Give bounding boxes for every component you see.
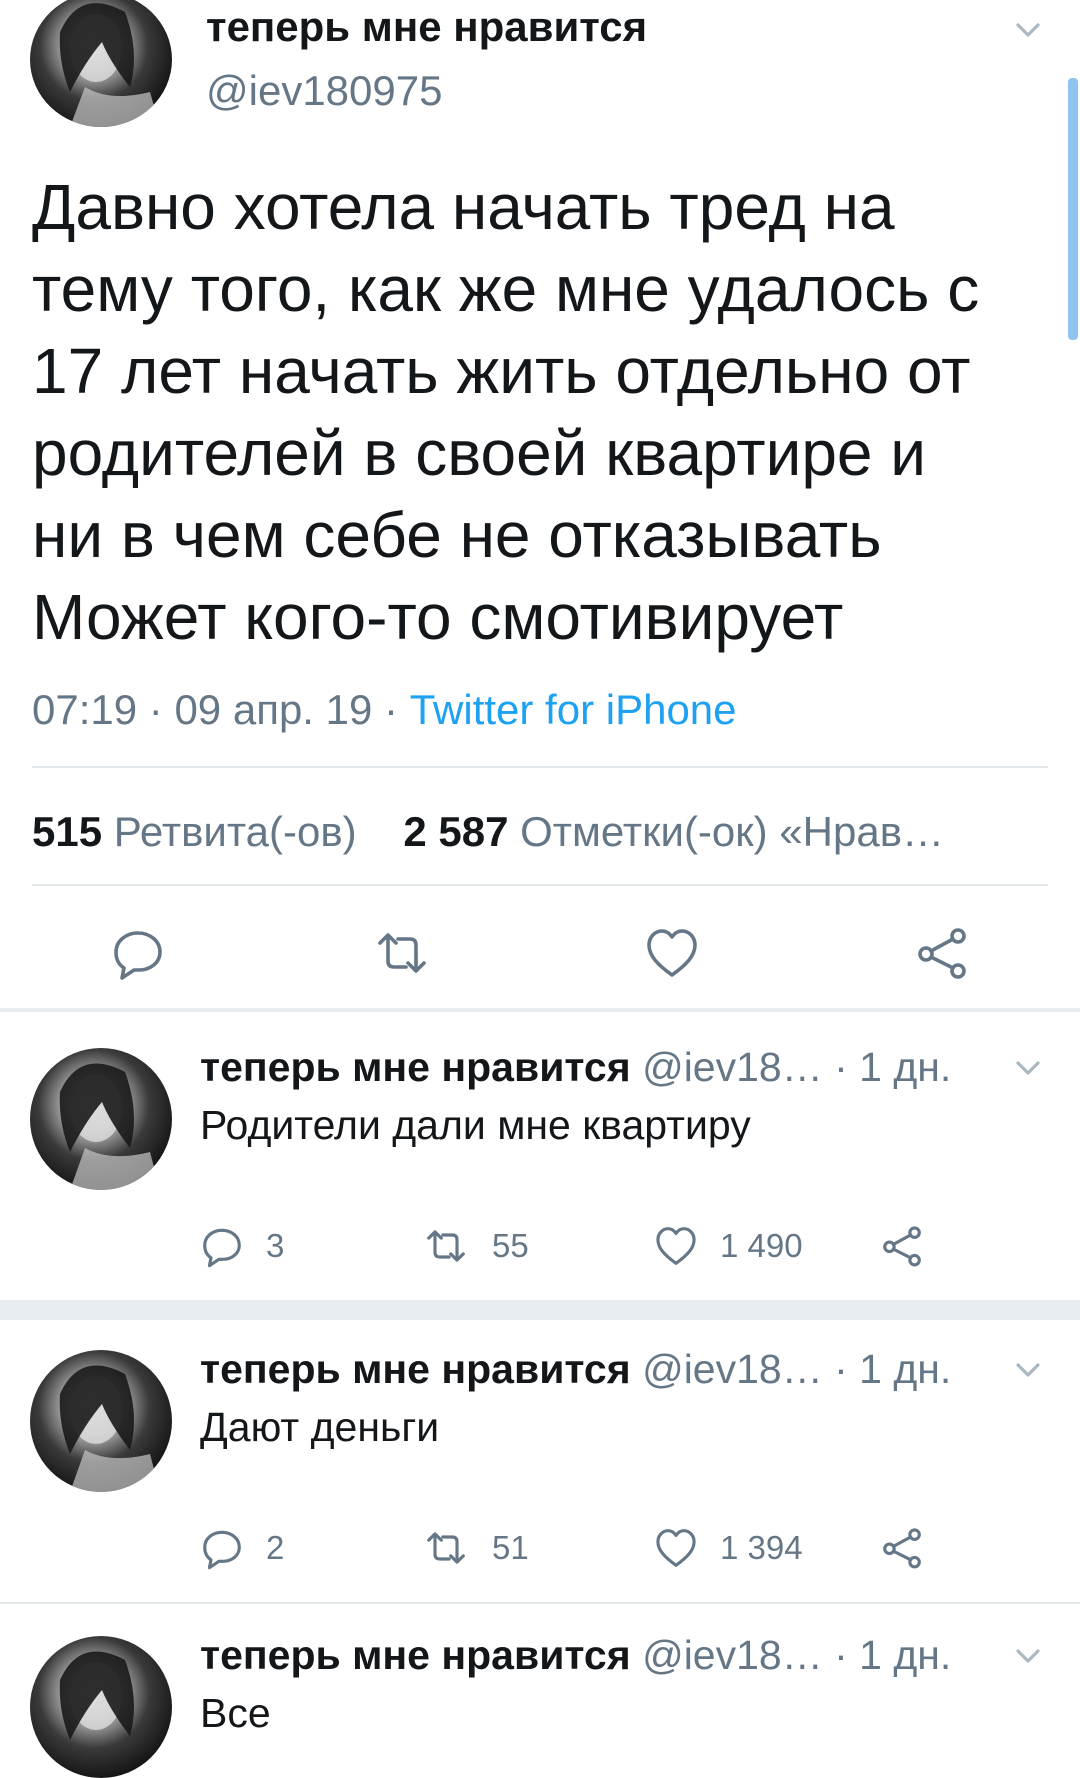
retweet-icon — [427, 1230, 465, 1262]
retweets-count[interactable]: 515 — [32, 808, 102, 855]
like-count: 1 394 — [720, 1529, 803, 1566]
reply-icon — [203, 1530, 241, 1570]
reply-text: Родители дали мне квартиру — [200, 1102, 751, 1148]
avatar[interactable] — [30, 1048, 172, 1190]
tweet-actions — [0, 925, 1080, 981]
author-handle[interactable]: @iev18… — [642, 1044, 823, 1090]
retweet-icon — [427, 1532, 465, 1564]
tweet-date: 09 апр. 19 — [174, 686, 373, 733]
meta-separator: · — [384, 686, 399, 733]
reply-time: · 1 дн. — [834, 1632, 952, 1678]
reply-header: теперь мне нравится @iev18… · 1 дн. — [200, 1344, 951, 1394]
tweet-text-line: родителей в своей квартире и — [32, 417, 927, 489]
retweet-button[interactable]: 51 — [422, 1524, 529, 1572]
author-handle[interactable]: @iev18… — [642, 1632, 823, 1678]
retweets-label[interactable]: Ретвита(-ов) — [114, 808, 357, 855]
reply-button[interactable]: 3 — [200, 1222, 284, 1270]
reply-header: теперь мне нравится @iev18… · 1 дн. — [200, 1630, 951, 1680]
reply-text: Дают деньги — [200, 1404, 440, 1450]
chevron-down-icon[interactable] — [1010, 1050, 1046, 1086]
reply-icon — [203, 1228, 241, 1268]
author-name[interactable]: теперь мне нравится — [206, 2, 647, 52]
profile-photo — [59, 1651, 134, 1740]
tweet-meta: 07:19 · 09 апр. 19 · Twitter for iPhone — [32, 684, 737, 736]
author-handle[interactable]: @iev18… — [642, 1346, 823, 1392]
avatar[interactable] — [30, 1350, 172, 1492]
heart-icon[interactable] — [644, 925, 700, 981]
reply-button[interactable]: 2 — [200, 1524, 284, 1572]
like-count: 1 490 — [720, 1227, 803, 1264]
tweet-text-line: Может кого-то смотивирует — [32, 581, 844, 653]
retweet-count: 55 — [492, 1227, 529, 1264]
tweet-text-line: 17 лет начать жить отдельно от — [32, 335, 971, 407]
reply-icon[interactable] — [110, 925, 166, 981]
chevron-down-icon[interactable] — [1010, 1638, 1046, 1674]
reply-actions: 2 51 1 394 — [200, 1524, 960, 1572]
share-icon[interactable] — [914, 925, 970, 981]
avatar[interactable] — [30, 0, 172, 127]
tweet-source-link[interactable]: Twitter for iPhone — [410, 686, 737, 733]
tweet-text-line: тему того, как же мне удалось с — [32, 253, 980, 325]
author-handle[interactable]: @iev180975 — [206, 66, 442, 116]
share-icon — [883, 1528, 921, 1569]
heart-icon — [656, 1529, 696, 1567]
section-separator — [0, 1300, 1080, 1320]
profile-photo — [59, 1063, 160, 1190]
like-button[interactable]: 1 490 — [654, 1222, 803, 1270]
profile-photo — [59, 1365, 160, 1492]
tweet-text-line: Давно хотела начать тред на — [32, 171, 895, 243]
reply-actions: 3 55 1 490 — [200, 1222, 960, 1270]
tweet-text-line: ни в чем себе не отказывать — [32, 499, 882, 571]
likes-label[interactable]: Отметки(-ок) «Нрав… — [520, 808, 944, 855]
reply-count: 2 — [266, 1529, 285, 1566]
chevron-down-icon[interactable] — [1010, 1352, 1046, 1388]
reply-count: 3 — [266, 1227, 285, 1264]
reply-time: · 1 дн. — [834, 1044, 952, 1090]
tweet-text: Давно хотела начать тред на тему того, к… — [32, 166, 1032, 658]
retweet-count: 51 — [492, 1529, 529, 1566]
tweet-time: 07:19 — [32, 686, 138, 733]
avatar[interactable] — [30, 1636, 172, 1778]
author-name[interactable]: теперь мне нравится — [200, 1044, 631, 1090]
share-icon — [883, 1226, 921, 1267]
share-button[interactable] — [880, 1524, 924, 1572]
retweet-button[interactable]: 55 — [422, 1222, 529, 1270]
reply-time: · 1 дн. — [834, 1346, 952, 1392]
likes-count[interactable]: 2 587 — [403, 808, 508, 855]
author-name[interactable]: теперь мне нравится — [200, 1632, 631, 1678]
divider — [0, 1602, 1080, 1604]
chevron-down-icon[interactable] — [1010, 12, 1046, 48]
author-name[interactable]: теперь мне нравится — [200, 1346, 631, 1392]
scroll-indicator[interactable] — [1068, 78, 1078, 340]
section-separator — [0, 1008, 1080, 1012]
meta-separator: · — [148, 686, 163, 733]
heart-icon — [656, 1227, 696, 1265]
retweet-icon[interactable] — [374, 925, 430, 981]
reply-header: теперь мне нравится @iev18… · 1 дн. — [200, 1042, 951, 1092]
profile-photo — [59, 3, 160, 127]
like-button[interactable]: 1 394 — [654, 1524, 803, 1572]
divider — [32, 766, 1048, 768]
share-button[interactable] — [880, 1222, 924, 1270]
divider — [32, 884, 1048, 886]
tweet-stats: 515 Ретвита(-ов) 2 587 Отметки(-ок) «Нра… — [32, 806, 944, 858]
reply-text: Все — [200, 1690, 271, 1736]
